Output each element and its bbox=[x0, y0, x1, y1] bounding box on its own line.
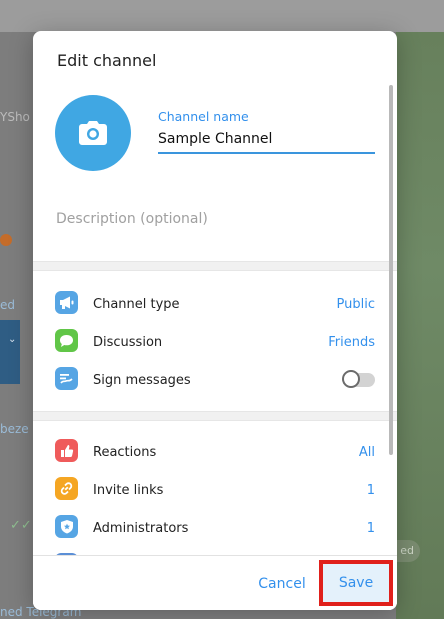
channel-type-row[interactable]: Channel type Public bbox=[33, 285, 389, 323]
double-check-icon: ✓✓ bbox=[10, 518, 32, 533]
sign-messages-row[interactable]: Sign messages bbox=[33, 361, 389, 399]
discussion-value: Friends bbox=[328, 334, 375, 350]
reactions-row[interactable]: Reactions All bbox=[33, 433, 389, 471]
dialog-title: Edit channel bbox=[57, 51, 157, 70]
reactions-value: All bbox=[358, 444, 375, 460]
megaphone-icon bbox=[55, 291, 78, 314]
channel-photo-upload[interactable] bbox=[55, 95, 131, 171]
description-input[interactable] bbox=[56, 207, 373, 231]
invite-links-count: 1 bbox=[366, 482, 375, 498]
scrollbar[interactable] bbox=[389, 85, 393, 455]
administrators-label: Administrators bbox=[93, 520, 189, 536]
background-topbar bbox=[0, 0, 444, 32]
chevron-down-icon: ⌄ bbox=[8, 334, 17, 345]
save-button[interactable]: Save bbox=[323, 564, 389, 602]
cancel-button[interactable]: Cancel bbox=[247, 569, 317, 599]
background-chat-wallpaper bbox=[396, 32, 444, 619]
thumbs-up-icon bbox=[55, 439, 78, 462]
discussion-label: Discussion bbox=[93, 334, 163, 350]
reactions-label: Reactions bbox=[93, 444, 157, 460]
background-text: beze bbox=[0, 422, 29, 436]
background-text: YSho bbox=[0, 110, 30, 124]
toggle-knob bbox=[342, 370, 360, 388]
signature-icon bbox=[55, 367, 78, 390]
background-selected-chat: ⌄ bbox=[0, 320, 20, 384]
section-divider bbox=[33, 261, 397, 271]
edit-channel-dialog: Edit channel Channel name Channel type P… bbox=[33, 31, 397, 610]
channel-name-label: Channel name bbox=[158, 109, 249, 124]
sign-messages-label: Sign messages bbox=[93, 372, 191, 388]
sign-messages-toggle[interactable] bbox=[342, 370, 375, 388]
channel-type-label: Channel type bbox=[93, 296, 180, 312]
background-coin-icon bbox=[0, 234, 12, 246]
invite-links-row[interactable]: Invite links 1 bbox=[33, 471, 389, 509]
channel-type-value: Public bbox=[336, 296, 375, 312]
camera-icon bbox=[79, 121, 107, 145]
dialog-footer: Cancel Save bbox=[33, 555, 397, 610]
discussion-row[interactable]: Discussion Friends bbox=[33, 323, 389, 361]
channel-name-input[interactable] bbox=[158, 126, 375, 154]
chat-bubble-icon bbox=[55, 329, 78, 352]
background-text: ed bbox=[0, 298, 15, 312]
link-icon bbox=[55, 477, 78, 500]
invite-links-label: Invite links bbox=[93, 482, 164, 498]
section-divider bbox=[33, 411, 397, 421]
shield-star-icon bbox=[55, 515, 78, 538]
administrators-row[interactable]: Administrators 1 bbox=[33, 509, 389, 547]
administrators-count: 1 bbox=[366, 520, 375, 536]
